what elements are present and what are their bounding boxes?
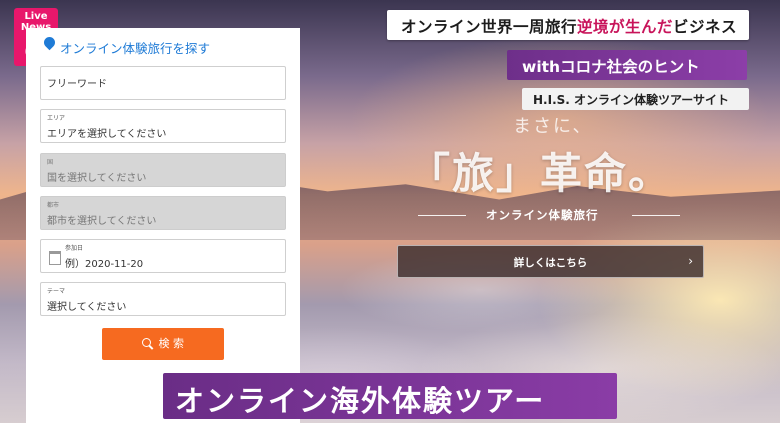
theme-select[interactable]: テーマ 選択してください [40, 282, 286, 316]
country-value: 国を選択してください [47, 173, 147, 184]
search-button-label: 検 索 [158, 337, 185, 350]
chevron-right-icon: › [688, 254, 693, 268]
date-value: 例）2020-11-20 [65, 259, 144, 270]
area-value: エリアを選択してください [47, 129, 167, 140]
headline-main: オンライン世界一周旅行逆境が生んだビジネス [387, 10, 749, 40]
location-pin-icon [41, 34, 58, 51]
search-button[interactable]: 検 索 [102, 328, 224, 360]
headline-suffix: ビジネス [673, 18, 738, 36]
details-button[interactable]: 詳しくはこちら › [397, 245, 704, 278]
headline-sub-text: withコロナ社会のヒント [522, 58, 700, 76]
bottom-caption: オンライン海外体験ツアー [163, 373, 617, 419]
subtitle-divider-right [632, 215, 680, 216]
date-field[interactable]: 参加日 例）2020-11-20 [40, 239, 286, 273]
hero-subtitle: オンライン体験旅行 [418, 207, 680, 223]
date-label: 参加日 [65, 245, 84, 252]
headline-prefix: オンライン世界一周旅行 [401, 18, 578, 36]
country-label: 国 [47, 159, 54, 166]
city-select[interactable]: 都市 都市を選択してください [40, 196, 286, 230]
panel-title: オンライン体験旅行を探す [41, 34, 211, 57]
logo-line1: Live [24, 11, 48, 22]
calendar-icon [49, 251, 61, 265]
headline-highlight: 逆境が生んだ [577, 18, 674, 36]
theme-label: テーマ [47, 288, 66, 295]
bottom-caption-text: オンライン海外体験ツアー [175, 384, 546, 418]
city-value: 都市を選択してください [47, 216, 157, 227]
search-panel: オンライン体験旅行を探す フリーワード エリア エリアを選択してください 国 国… [26, 28, 300, 423]
search-icon [142, 338, 151, 347]
area-label: エリア [47, 115, 66, 122]
area-select[interactable]: エリア エリアを選択してください [40, 109, 286, 143]
details-button-label: 詳しくはこちら [513, 257, 588, 269]
city-label: 都市 [47, 202, 60, 209]
subtitle-divider-left [418, 215, 466, 216]
panel-title-text: オンライン体験旅行を探す [60, 41, 211, 56]
freeword-value: フリーワード [47, 79, 107, 90]
headline-site: H.I.S. オンライン体験ツアーサイト [522, 88, 749, 110]
freeword-field[interactable]: フリーワード [40, 66, 286, 100]
hero-subtitle-text: オンライン体験旅行 [486, 208, 599, 222]
theme-value: 選択してください [47, 302, 127, 313]
headline-site-text: H.I.S. オンライン体験ツアーサイト [533, 93, 730, 107]
country-select[interactable]: 国 国を選択してください [40, 153, 286, 187]
hero-title: 「旅」革命。 [408, 149, 673, 198]
hero-kicker: まさに、 [513, 116, 593, 137]
headline-sub: withコロナ社会のヒント [507, 50, 747, 80]
